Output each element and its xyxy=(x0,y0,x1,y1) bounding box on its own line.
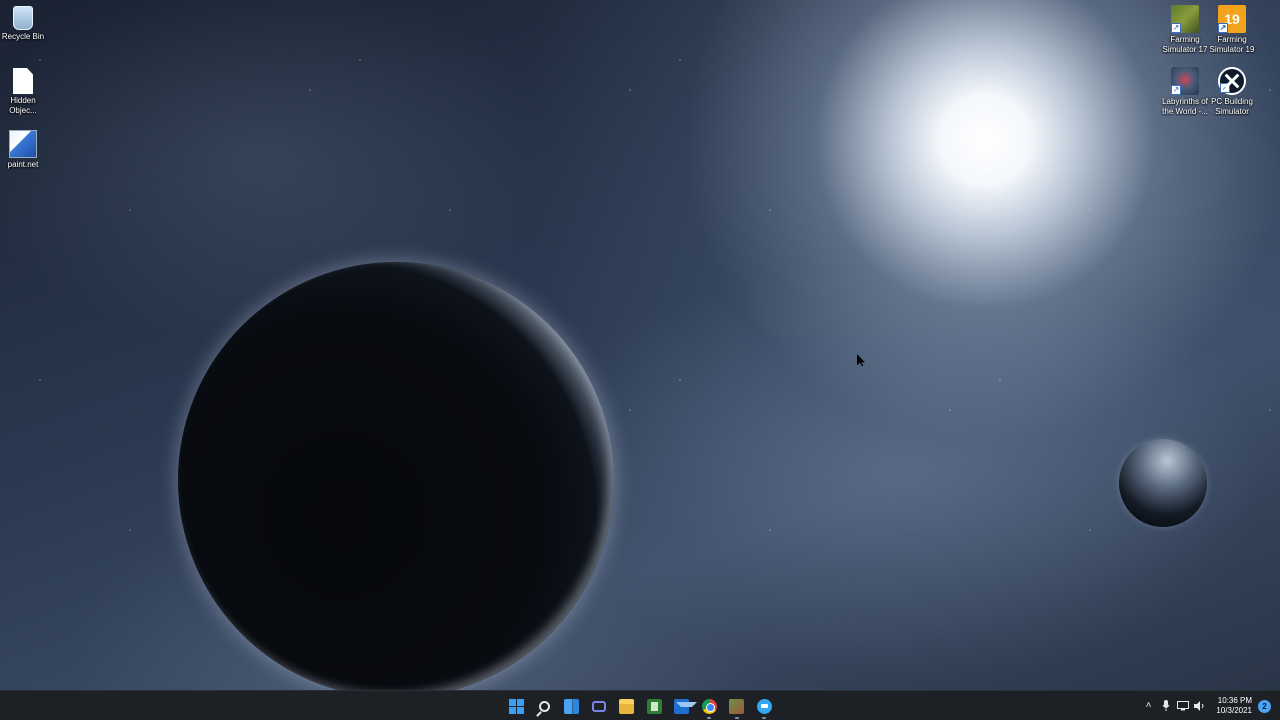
desktop-icon-farming-simulator-17[interactable]: ↗ Farming Simulator 17 xyxy=(1159,5,1211,54)
mail-icon xyxy=(674,698,698,714)
shortcut-arrow-icon: ↗ xyxy=(1171,23,1181,33)
notepad-icon xyxy=(646,698,662,714)
desktop-icon-label: paint.net xyxy=(7,160,39,169)
farming-simulator-19-icon: 19 ↗ xyxy=(1218,5,1246,33)
desktop-icon-hidden-object[interactable]: Hidden Objec... xyxy=(0,68,49,115)
desktop-icon-farming-simulator-19[interactable]: 19 ↗ Farming Simulator 19 xyxy=(1206,5,1258,54)
mail-button[interactable] xyxy=(668,692,698,720)
start-button[interactable] xyxy=(503,692,531,720)
messenger-button[interactable] xyxy=(751,692,779,720)
starfield xyxy=(0,0,1280,690)
farming-simulator-17-icon: ↗ xyxy=(1171,5,1199,33)
recycle-bin-icon xyxy=(13,6,33,30)
clock-time: 10:36 PM xyxy=(1217,696,1252,705)
shortcut-arrow-icon: ↗ xyxy=(1218,23,1228,33)
taskbar-pinned-apps xyxy=(503,691,778,720)
widgets-icon xyxy=(564,698,580,714)
shortcut-arrow-icon: ↗ xyxy=(1171,85,1181,95)
desktop-icon-label: Hidden Objec... xyxy=(9,96,37,115)
notification-center-badge[interactable]: 2 xyxy=(1258,699,1271,713)
volume-icon[interactable] xyxy=(1191,696,1208,716)
search-icon xyxy=(538,700,550,712)
file-explorer-button[interactable] xyxy=(613,692,641,720)
messenger-icon xyxy=(756,698,772,714)
network-icon[interactable] xyxy=(1174,696,1191,716)
desktop-icon-label: Recycle Bin xyxy=(1,32,45,41)
chrome-button[interactable] xyxy=(696,692,724,720)
desktop-icon-label: Labyrinths of the World -... xyxy=(1162,97,1208,116)
large-planet xyxy=(178,262,614,690)
desktop-icon-pc-building-simulator[interactable]: ↗ PC Building Simulator xyxy=(1206,67,1258,116)
desktop-wallpaper xyxy=(0,0,1280,690)
windows-start-icon xyxy=(509,698,525,714)
document-icon xyxy=(13,68,33,94)
desktop-icon-label: Farming Simulator 17 xyxy=(1162,35,1208,54)
shortcut-arrow-icon: ↗ xyxy=(1220,83,1230,93)
desktop-icon-labyrinths[interactable]: ↗ Labyrinths of the World -... xyxy=(1159,67,1211,116)
paint-net-icon xyxy=(9,130,37,158)
search-button[interactable] xyxy=(531,692,559,720)
clock-date: 10/3/2021 xyxy=(1216,706,1252,715)
desktop-icon-paint-net[interactable]: paint.net xyxy=(0,130,49,170)
pc-building-simulator-icon: ↗ xyxy=(1218,67,1246,95)
chat-button[interactable] xyxy=(586,692,614,720)
game-icon xyxy=(729,698,745,714)
labyrinths-icon: ↗ xyxy=(1171,67,1199,95)
desktop-icon-label: PC Building Simulator xyxy=(1211,97,1253,116)
desktop-icon-label: Farming Simulator 19 xyxy=(1209,35,1255,54)
running-indicator xyxy=(762,717,767,719)
small-planet xyxy=(1119,439,1207,527)
running-indicator xyxy=(734,717,739,719)
taskbar: ˄ 10:36 PM 10/3/2021 2 xyxy=(0,690,1280,720)
desktop-icon-recycle-bin[interactable]: Recycle Bin xyxy=(0,6,49,42)
show-hidden-icons-chevron-icon[interactable]: ˄ xyxy=(1140,696,1157,716)
system-tray: ˄ 10:36 PM 10/3/2021 2 xyxy=(1140,691,1280,720)
chrome-icon xyxy=(701,698,717,714)
microphone-icon[interactable] xyxy=(1157,696,1174,716)
chat-icon xyxy=(592,700,607,712)
widgets-button[interactable] xyxy=(558,692,586,720)
folder-icon xyxy=(619,698,635,714)
running-indicator xyxy=(707,717,712,719)
clock[interactable]: 10:36 PM 10/3/2021 xyxy=(1212,696,1252,716)
game-button[interactable] xyxy=(723,692,751,720)
notepad-button[interactable] xyxy=(641,692,669,720)
